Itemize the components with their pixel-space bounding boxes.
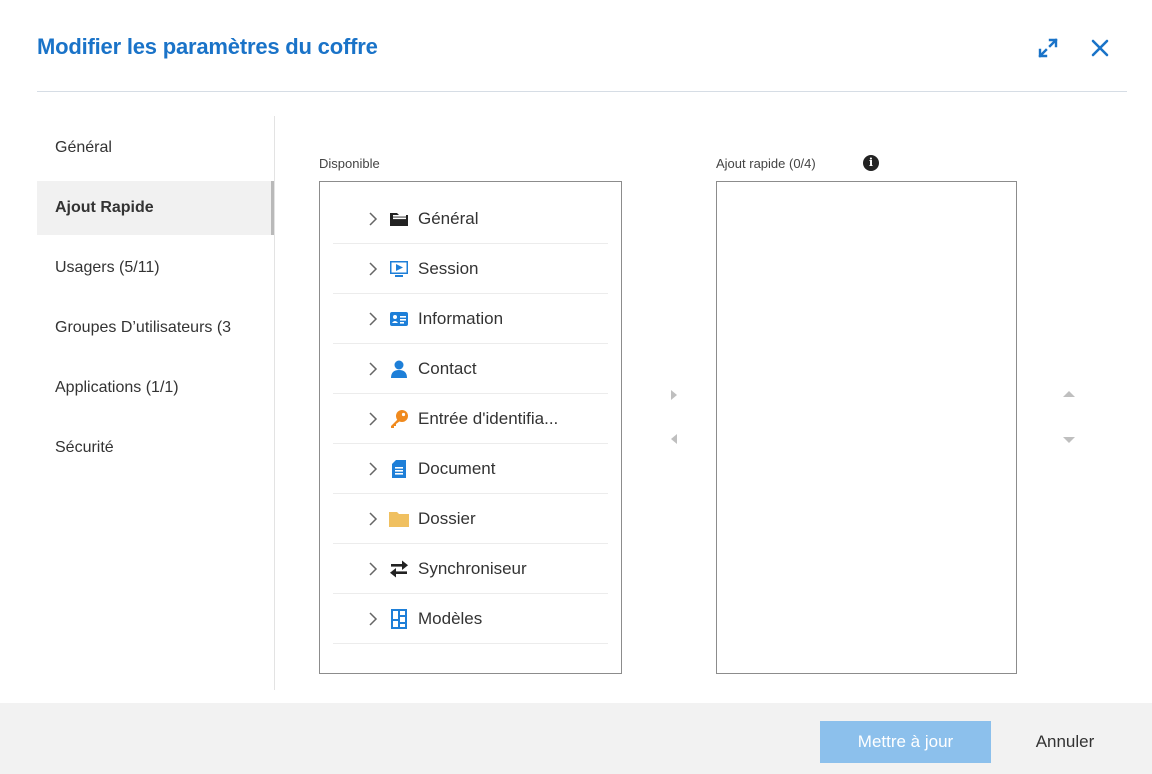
expand-button[interactable] xyxy=(1034,34,1062,62)
contact-icon xyxy=(391,360,407,378)
tree-item-credential-entry[interactable]: Entrée d'identifia... xyxy=(333,394,608,444)
key-icon xyxy=(391,410,408,428)
chevron-right-icon[interactable] xyxy=(367,611,379,627)
nav-item-quick-add[interactable]: Ajout Rapide xyxy=(37,181,274,235)
move-left-button[interactable] xyxy=(666,431,682,447)
tree-item-label: Session xyxy=(418,259,479,278)
caret-left-icon xyxy=(671,434,677,444)
move-down-button[interactable] xyxy=(1061,432,1077,448)
nav-item-security[interactable]: Sécurité xyxy=(37,421,274,475)
quick-add-label: Ajout rapide (0/4) xyxy=(716,156,816,171)
chevron-right-icon[interactable] xyxy=(367,211,379,227)
caret-down-icon xyxy=(1063,437,1075,443)
tree-item-information[interactable]: Information xyxy=(333,294,608,344)
tree-item-contact[interactable]: Contact xyxy=(333,344,608,394)
tree-item-general[interactable]: Général xyxy=(333,194,608,244)
header-divider xyxy=(37,91,1127,92)
nav-item-user-groups[interactable]: Groupes D’utilisateurs (3 xyxy=(37,301,274,355)
tree-item-session[interactable]: Session xyxy=(333,244,608,294)
move-right-button[interactable] xyxy=(666,387,682,403)
move-up-button[interactable] xyxy=(1061,386,1077,402)
tree-item-label: Dossier xyxy=(418,509,476,528)
cancel-button[interactable]: Annuler xyxy=(1015,721,1115,763)
chevron-right-icon[interactable] xyxy=(367,311,379,327)
nav-item-users[interactable]: Usagers (5/11) xyxy=(37,241,274,295)
info-icon[interactable]: i xyxy=(863,155,879,171)
tree-item-label: Modèles xyxy=(418,609,483,628)
tree-item-label: Synchroniseur xyxy=(418,559,527,578)
tree-item-document[interactable]: Document xyxy=(333,444,608,494)
chevron-right-icon[interactable] xyxy=(367,511,379,527)
tree-item-label: Document xyxy=(418,459,496,478)
available-list[interactable]: Général Session Information Contact Entr… xyxy=(319,181,622,674)
caret-up-icon xyxy=(1063,391,1075,397)
session-icon xyxy=(390,261,408,277)
tree-item-synchronizer[interactable]: Synchroniseur xyxy=(333,544,608,594)
chevron-right-icon[interactable] xyxy=(367,461,379,477)
available-label: Disponible xyxy=(319,156,380,171)
chevron-right-icon[interactable] xyxy=(367,411,379,427)
settings-nav: Général Ajout Rapide Usagers (5/11) Grou… xyxy=(37,116,275,690)
tree-item-folder[interactable]: Dossier xyxy=(333,494,608,544)
expand-icon xyxy=(1038,38,1058,58)
tree-item-label: Entrée d'identifia... xyxy=(418,409,559,428)
chevron-right-icon[interactable] xyxy=(367,261,379,277)
nav-item-general[interactable]: Général xyxy=(37,121,274,175)
document-icon xyxy=(392,460,406,478)
tree-item-label: Contact xyxy=(418,359,477,378)
templates-icon xyxy=(391,609,407,629)
close-icon xyxy=(1091,39,1109,57)
id-card-icon xyxy=(390,312,408,326)
folder-yellow-icon xyxy=(389,512,409,527)
update-button[interactable]: Mettre à jour xyxy=(820,721,991,763)
chevron-right-icon[interactable] xyxy=(367,361,379,377)
dialog-title: Modifier les paramètres du coffre xyxy=(37,34,378,59)
tree-item-label: Général xyxy=(418,209,479,228)
close-button[interactable] xyxy=(1086,34,1114,62)
chevron-right-icon[interactable] xyxy=(367,561,379,577)
sync-icon xyxy=(390,560,408,578)
caret-right-icon xyxy=(671,390,677,400)
folder-icon xyxy=(390,213,408,226)
quick-add-list[interactable] xyxy=(716,181,1017,674)
tree-item-label: Information xyxy=(418,309,504,328)
dialog-header: Modifier les paramètres du coffre xyxy=(0,0,1152,92)
tree-item-templates[interactable]: Modèles xyxy=(333,594,608,644)
nav-item-applications[interactable]: Applications (1/1) xyxy=(37,361,274,415)
